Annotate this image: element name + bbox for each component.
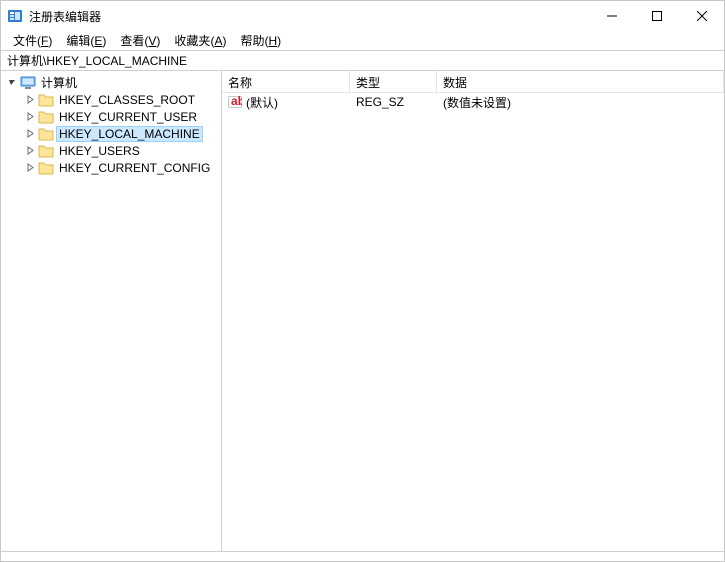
app-icon	[7, 8, 23, 24]
folder-icon	[38, 143, 54, 159]
content-area: 计算机 HKEY_CLASSES_ROOT HKEY_CURRENT_USER HK…	[1, 71, 724, 551]
expander-icon[interactable]	[23, 163, 37, 172]
registry-editor-window: 注册表编辑器 文件(F) 编辑(E) 查看(V) 收藏夹(A) 帮助(H) 计算…	[0, 0, 725, 562]
tree-node-hklm[interactable]: HKEY_LOCAL_MACHINE	[1, 125, 221, 142]
menu-edit[interactable]: 编辑(E)	[60, 31, 112, 50]
expander-icon[interactable]	[5, 78, 19, 87]
tree-node-label: HKEY_LOCAL_MACHINE	[57, 127, 202, 141]
list-header: 名称 类型 数据	[222, 71, 724, 93]
expander-icon[interactable]	[23, 95, 37, 104]
folder-icon	[38, 160, 54, 176]
minimize-button[interactable]	[589, 1, 634, 31]
tree-node-hkcr[interactable]: HKEY_CLASSES_ROOT	[1, 91, 221, 108]
expander-icon[interactable]	[23, 129, 37, 138]
folder-icon	[38, 92, 54, 108]
expander-icon[interactable]	[23, 146, 37, 155]
value-name: (默认)	[246, 94, 278, 111]
tree-node-hkcu[interactable]: HKEY_CURRENT_USER	[1, 108, 221, 125]
list-body[interactable]: ab (默认) REG_SZ(数值未设置)	[222, 93, 724, 551]
menu-help[interactable]: 帮助(H)	[234, 31, 287, 50]
tree-node-label: 计算机	[39, 74, 79, 91]
close-button[interactable]	[679, 1, 724, 31]
maximize-button[interactable]	[634, 1, 679, 31]
menu-file[interactable]: 文件(F)	[7, 31, 58, 50]
tree-node-label: HKEY_CLASSES_ROOT	[57, 93, 197, 107]
list-row[interactable]: ab (默认) REG_SZ(数值未设置)	[222, 93, 724, 111]
folder-icon	[38, 109, 54, 125]
status-bar	[1, 551, 724, 561]
tree-node-hkcc[interactable]: HKEY_CURRENT_CONFIG	[1, 159, 221, 176]
column-header-type[interactable]: 类型	[350, 71, 437, 92]
title-bar: 注册表编辑器	[1, 1, 724, 31]
value-type: REG_SZ	[350, 95, 437, 109]
tree-node-label: HKEY_CURRENT_CONFIG	[57, 161, 212, 175]
value-data: (数值未设置)	[437, 94, 724, 111]
expander-icon[interactable]	[23, 112, 37, 121]
window-title: 注册表编辑器	[29, 8, 101, 25]
tree-pane[interactable]: 计算机 HKEY_CLASSES_ROOT HKEY_CURRENT_USER HK…	[1, 71, 222, 551]
column-header-name[interactable]: 名称	[222, 71, 350, 92]
address-bar[interactable]: 计算机\HKEY_LOCAL_MACHINE	[1, 51, 724, 71]
svg-text:ab: ab	[231, 95, 242, 108]
tree-node-label: HKEY_CURRENT_USER	[57, 110, 199, 124]
menu-favorites[interactable]: 收藏夹(A)	[168, 31, 232, 50]
menu-bar: 文件(F) 编辑(E) 查看(V) 收藏夹(A) 帮助(H)	[1, 31, 724, 51]
tree-node-label: HKEY_USERS	[57, 144, 142, 158]
tree-node-computer[interactable]: 计算机	[1, 74, 221, 91]
menu-view[interactable]: 查看(V)	[114, 31, 166, 50]
tree-node-hku[interactable]: HKEY_USERS	[1, 142, 221, 159]
address-path: 计算机\HKEY_LOCAL_MACHINE	[7, 52, 187, 69]
folder-icon	[38, 126, 54, 142]
column-header-data[interactable]: 数据	[437, 71, 724, 92]
value-list-pane: 名称 类型 数据 ab (默认) REG_SZ(数值未设置)	[222, 71, 724, 551]
string-value-icon: ab	[228, 95, 242, 109]
computer-icon	[20, 75, 36, 91]
